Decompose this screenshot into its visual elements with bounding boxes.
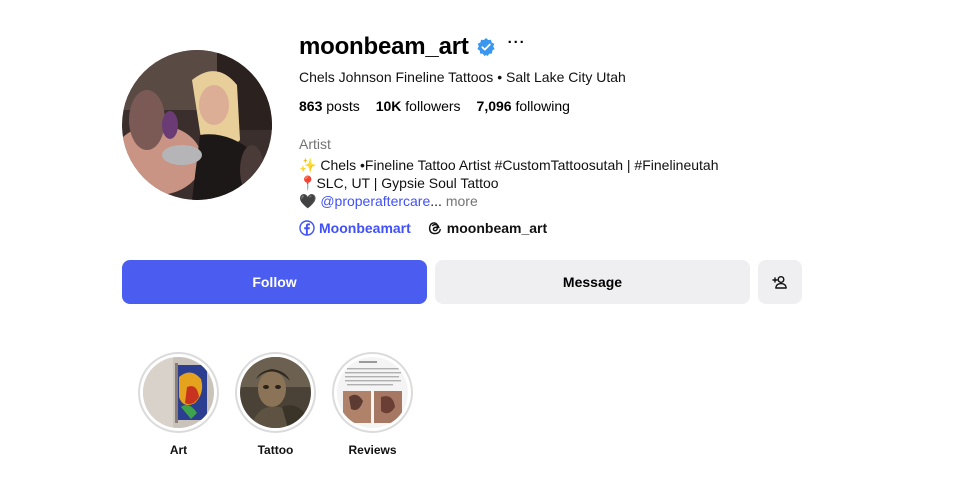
bio-line-1: ✨ Chels •Fineline Tattoo Artist #CustomT… bbox=[299, 156, 859, 174]
highlight-ring bbox=[235, 352, 316, 433]
ellipsis-icon[interactable]: ··· bbox=[508, 35, 526, 56]
bio-line-1-text: Chels •Fineline Tattoo Artist #CustomTat… bbox=[316, 157, 719, 173]
followers-count: 10K bbox=[375, 98, 402, 114]
profile-avatar[interactable] bbox=[122, 50, 272, 200]
bio-ellipsis: ... bbox=[430, 193, 442, 209]
bio-line-2: 📍SLC, UT | Gypsie Soul Tattoo bbox=[299, 174, 859, 192]
highlight-reviews-cover bbox=[337, 357, 408, 428]
following-label: following bbox=[511, 98, 570, 114]
highlight-tattoo[interactable]: Tattoo bbox=[233, 352, 318, 457]
facebook-link[interactable]: Moonbeamart bbox=[299, 220, 411, 236]
following-stat[interactable]: 7,096 following bbox=[477, 96, 570, 116]
avatar-photo bbox=[122, 50, 272, 200]
highlight-art-cover bbox=[143, 357, 214, 428]
followers-stat[interactable]: 10K followers bbox=[376, 96, 461, 116]
bio-mention-link[interactable]: @properaftercare bbox=[320, 193, 430, 209]
add-person-icon bbox=[772, 276, 787, 289]
verified-badge-icon bbox=[476, 37, 496, 57]
black-heart-icon: 🖤 bbox=[299, 193, 317, 209]
posts-label: posts bbox=[322, 98, 360, 114]
highlight-reviews[interactable]: Reviews bbox=[330, 352, 415, 457]
highlight-label: Tattoo bbox=[257, 443, 294, 457]
profile-stats: 863 posts 10K followers 7,096 following bbox=[299, 96, 859, 116]
followers-label: followers bbox=[401, 98, 461, 114]
highlight-ring bbox=[332, 352, 413, 433]
threads-link[interactable]: moonbeam_art bbox=[427, 220, 547, 236]
full-name: Chels Johnson Fineline Tattoos • Salt La… bbox=[299, 69, 626, 85]
story-highlights: Art Tattoo Reviews bbox=[136, 352, 427, 457]
profile-category: Artist bbox=[299, 136, 331, 152]
following-count: 7,096 bbox=[476, 98, 512, 114]
username-row: moonbeam_art ··· bbox=[299, 32, 859, 62]
message-button[interactable]: Message bbox=[435, 260, 750, 304]
threads-icon bbox=[428, 222, 441, 235]
username: moonbeam_art bbox=[299, 33, 469, 60]
highlight-art[interactable]: Art bbox=[136, 352, 221, 457]
suggest-similar-button[interactable] bbox=[758, 260, 802, 304]
facebook-icon bbox=[299, 220, 315, 236]
highlight-tattoo-cover bbox=[240, 357, 311, 428]
bio-line-2-text: SLC, UT | Gypsie Soul Tattoo bbox=[316, 175, 499, 191]
posts-count: 863 bbox=[299, 98, 323, 114]
sparkles-icon: ✨ bbox=[299, 157, 317, 173]
highlight-ring bbox=[138, 352, 219, 433]
profile-page: moonbeam_art ··· Chels Johnson Fineline … bbox=[0, 0, 960, 487]
threads-link-label: moonbeam_art bbox=[446, 220, 548, 236]
bio-line-3: 🖤 @properaftercare... more bbox=[299, 192, 859, 210]
posts-stat[interactable]: 863 posts bbox=[299, 96, 360, 116]
follow-button[interactable]: Follow bbox=[122, 260, 427, 304]
highlight-label: Art bbox=[169, 443, 188, 457]
bio-more-link[interactable]: more bbox=[442, 193, 478, 209]
facebook-link-label: Moonbeamart bbox=[319, 220, 411, 236]
profile-info: moonbeam_art ··· Chels Johnson Fineline … bbox=[299, 32, 859, 238]
pin-icon: 📍 bbox=[299, 175, 317, 191]
profile-links: Moonbeamart moonbeam_art bbox=[299, 218, 859, 238]
highlight-label: Reviews bbox=[348, 443, 397, 457]
